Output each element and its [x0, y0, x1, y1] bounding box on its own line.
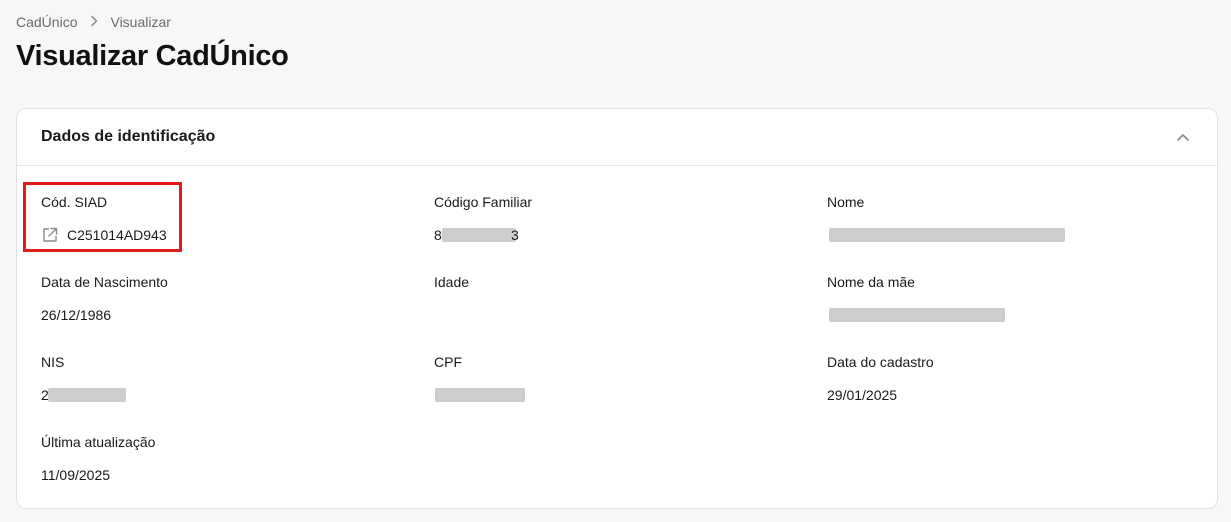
redacted-cpf	[435, 388, 525, 402]
codigo-familiar-suffix: 3	[511, 227, 519, 243]
identification-card: Dados de identificação Cód. SIAD C251014…	[16, 108, 1218, 509]
nis-label: NIS	[41, 354, 65, 370]
redacted-codigo-familiar	[442, 228, 516, 242]
redacted-nome-mae	[829, 308, 1005, 322]
breadcrumb-root-link[interactable]: CadÚnico	[16, 14, 77, 30]
cpf-label: CPF	[434, 354, 462, 370]
breadcrumb-current: Visualizar	[110, 14, 171, 30]
page-title: Visualizar CadÚnico	[16, 40, 289, 72]
data-nascimento-label: Data de Nascimento	[41, 274, 168, 290]
cod-siad-value[interactable]: C251014AD943	[67, 227, 167, 243]
section-title: Dados de identificação	[41, 128, 216, 145]
chevron-right-icon	[90, 14, 98, 30]
ultima-atualizacao-label: Última atualização	[41, 434, 156, 450]
data-cadastro-label: Data do cadastro	[827, 354, 934, 370]
redacted-nome	[829, 228, 1065, 242]
cod-siad-label: Cód. SIAD	[41, 194, 108, 210]
data-nascimento-value: 26/12/1986	[41, 307, 112, 323]
ultima-atualizacao-value: 11/09/2025	[41, 467, 111, 483]
nome-mae-label: Nome da mãe	[827, 274, 915, 290]
idade-label: Idade	[434, 274, 470, 290]
data-cadastro-value: 29/01/2025	[827, 387, 898, 403]
breadcrumb: CadÚnico Visualizar	[16, 14, 171, 30]
redacted-nis	[48, 388, 126, 402]
nome-label: Nome	[827, 194, 865, 210]
card-header[interactable]: Dados de identificação	[17, 109, 1217, 166]
codigo-familiar-value: 8	[434, 227, 442, 243]
codigo-familiar-label: Código Familiar	[434, 194, 533, 210]
chevron-up-icon[interactable]	[1173, 127, 1193, 147]
external-link-icon[interactable]	[41, 226, 59, 249]
